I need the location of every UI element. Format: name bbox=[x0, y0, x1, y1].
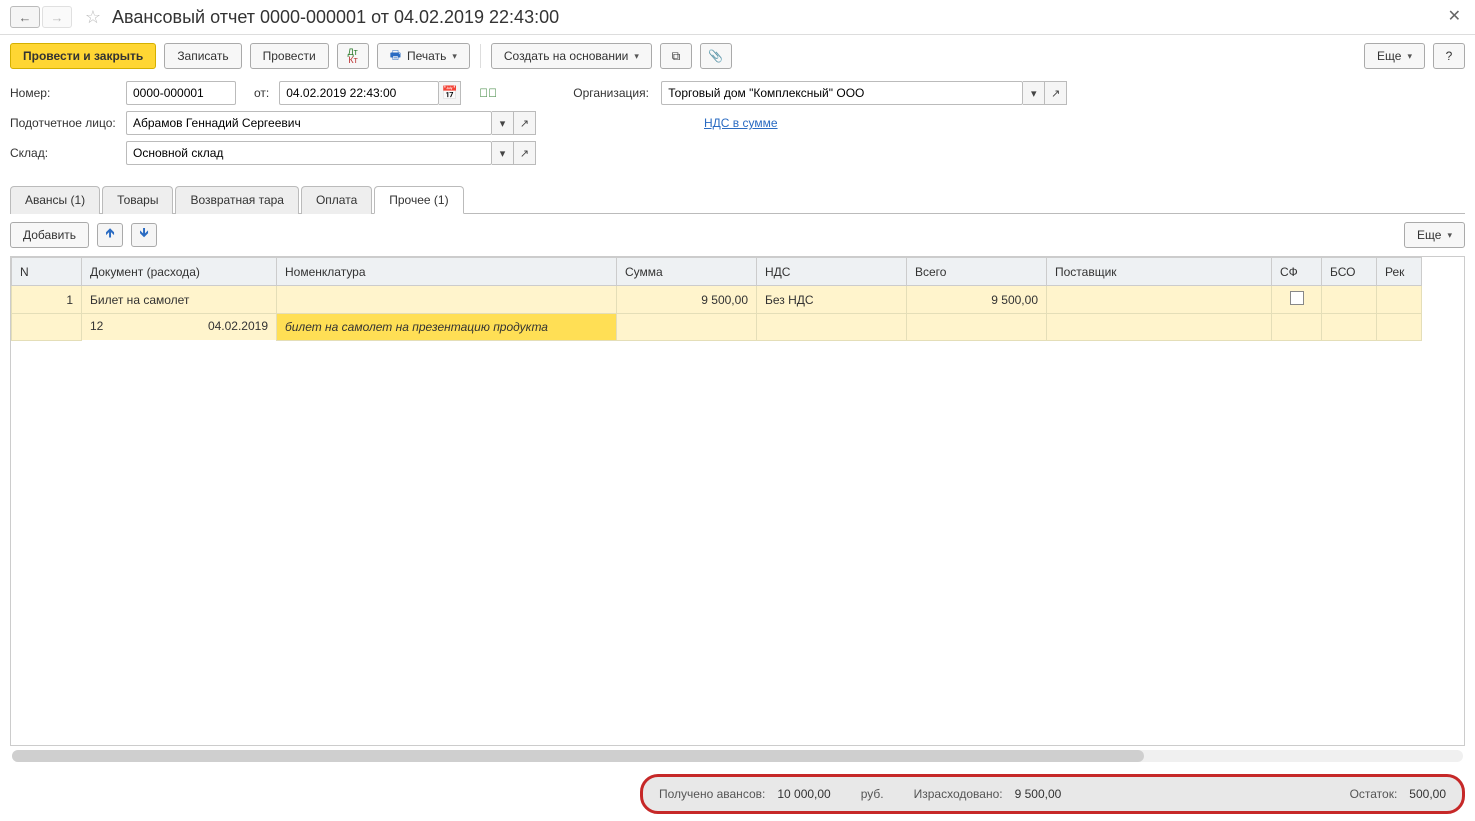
toolbar-separator bbox=[480, 44, 481, 68]
cell-rek[interactable] bbox=[1377, 286, 1422, 314]
nav-forward-button[interactable]: → bbox=[42, 6, 72, 28]
col-sf[interactable]: СФ bbox=[1272, 258, 1322, 286]
cell-rek[interactable] bbox=[1377, 314, 1422, 341]
dt-kt-button[interactable]: ДтКт bbox=[337, 43, 369, 69]
person-open-button[interactable]: ↗ bbox=[514, 111, 536, 135]
grid-header: N Документ (расхода) Номенклатура Сумма … bbox=[12, 258, 1422, 286]
person-dropdown-button[interactable]: ▾ bbox=[492, 111, 514, 135]
currency-label: руб. bbox=[861, 787, 884, 801]
post-and-close-button[interactable]: Провести и закрыть bbox=[10, 43, 156, 69]
received-value: 10 000,00 bbox=[777, 787, 830, 801]
posted-check-icon: ✔⃞ bbox=[479, 86, 497, 100]
ot-label: от: bbox=[254, 86, 269, 100]
save-button[interactable]: Записать bbox=[164, 43, 241, 69]
cell-vat[interactable]: Без НДС bbox=[757, 286, 907, 314]
totals-footer: Получено авансов: 10 000,00 руб. Израсхо… bbox=[640, 774, 1465, 814]
table-row[interactable]: 12 04.02.2019 билет на самолет на презен… bbox=[12, 314, 1422, 341]
remain-value: 500,00 bbox=[1409, 787, 1446, 801]
warehouse-label: Склад: bbox=[10, 146, 118, 160]
col-supplier[interactable]: Поставщик bbox=[1047, 258, 1272, 286]
org-open-button[interactable]: ↗ bbox=[1045, 81, 1067, 105]
add-row-button[interactable]: Добавить bbox=[10, 222, 89, 248]
favorite-star-icon[interactable]: ☆ bbox=[82, 6, 104, 28]
document-window: ← → ☆ Авансовый отчет 0000-000001 от 04.… bbox=[0, 0, 1475, 814]
post-button[interactable]: Провести bbox=[250, 43, 329, 69]
col-nom[interactable]: Номенклатура bbox=[277, 258, 617, 286]
more-button[interactable]: Еще▾ bbox=[1364, 43, 1425, 69]
paperclip-icon: 📎 bbox=[708, 49, 723, 63]
form-area: Номер: от: 📅 ✔⃞ Организация: ▾ ↗ Подотче… bbox=[0, 77, 1475, 181]
spent-label: Израсходовано: bbox=[914, 787, 1003, 801]
org-label: Организация: bbox=[573, 86, 653, 100]
cell-vat[interactable] bbox=[757, 314, 907, 341]
person-label: Подотчетное лицо: bbox=[10, 116, 118, 130]
titlebar: ← → ☆ Авансовый отчет 0000-000001 от 04.… bbox=[0, 0, 1475, 35]
structure-button[interactable]: ⧉ bbox=[660, 43, 692, 69]
tab-advances[interactable]: Авансы (1) bbox=[10, 186, 100, 214]
vat-link[interactable]: НДС в сумме bbox=[704, 116, 778, 130]
tab-payment[interactable]: Оплата bbox=[301, 186, 372, 214]
spent-value: 9 500,00 bbox=[1015, 787, 1062, 801]
tabs: Авансы (1) Товары Возвратная тара Оплата… bbox=[10, 185, 1465, 214]
main-toolbar: Провести и закрыть Записать Провести ДтК… bbox=[0, 35, 1475, 77]
checkbox-icon[interactable] bbox=[1290, 291, 1304, 305]
col-bso[interactable]: БСО bbox=[1322, 258, 1377, 286]
cell-n[interactable] bbox=[12, 314, 82, 341]
help-button[interactable]: ? bbox=[1433, 43, 1465, 69]
col-rek[interactable]: Рек bbox=[1377, 258, 1422, 286]
person-input[interactable] bbox=[126, 111, 492, 135]
grid[interactable]: N Документ (расхода) Номенклатура Сумма … bbox=[10, 256, 1465, 746]
cell-supplier[interactable] bbox=[1047, 286, 1272, 314]
grid-toolbar: Добавить 🡹 🡻 Еще▾ bbox=[0, 214, 1475, 256]
number-label: Номер: bbox=[10, 86, 118, 100]
cell-doc[interactable]: Билет на самолет bbox=[82, 286, 277, 314]
tab-returnable[interactable]: Возвратная тара bbox=[175, 186, 299, 214]
cell-nom[interactable] bbox=[277, 286, 617, 314]
col-sum[interactable]: Сумма bbox=[617, 258, 757, 286]
create-based-on-button[interactable]: Создать на основании▾ bbox=[491, 43, 652, 69]
move-up-button[interactable]: 🡹 bbox=[97, 223, 123, 247]
cell-total[interactable] bbox=[907, 314, 1047, 341]
org-dropdown-button[interactable]: ▾ bbox=[1023, 81, 1045, 105]
cell-sf[interactable] bbox=[1272, 286, 1322, 314]
move-down-button[interactable]: 🡻 bbox=[131, 223, 157, 247]
cell-sum[interactable] bbox=[617, 314, 757, 341]
close-icon[interactable]: ✕ bbox=[1448, 6, 1461, 26]
tab-goods[interactable]: Товары bbox=[102, 186, 173, 214]
table-row[interactable]: 1 Билет на самолет 9 500,00 Без НДС 9 50… bbox=[12, 286, 1422, 314]
tab-other[interactable]: Прочее (1) bbox=[374, 186, 463, 214]
remain-label: Остаток: bbox=[1350, 787, 1398, 801]
printer-icon: 🖶 bbox=[390, 46, 401, 67]
cell-total[interactable]: 9 500,00 bbox=[907, 286, 1047, 314]
cell-doc[interactable]: 12 04.02.2019 bbox=[82, 314, 276, 340]
scrollbar-thumb[interactable] bbox=[12, 750, 1144, 762]
col-total[interactable]: Всего bbox=[907, 258, 1047, 286]
warehouse-open-button[interactable]: ↗ bbox=[514, 141, 536, 165]
col-doc[interactable]: Документ (расхода) bbox=[82, 258, 277, 286]
calendar-button[interactable]: 📅 bbox=[439, 81, 461, 105]
horizontal-scrollbar[interactable] bbox=[12, 750, 1463, 762]
grid-more-button[interactable]: Еще▾ bbox=[1404, 222, 1465, 248]
cell-sf[interactable] bbox=[1272, 314, 1322, 341]
cell-n[interactable]: 1 bbox=[12, 286, 82, 314]
number-input[interactable] bbox=[126, 81, 236, 105]
warehouse-dropdown-button[interactable]: ▾ bbox=[492, 141, 514, 165]
nav-back-button[interactable]: ← bbox=[10, 6, 40, 28]
calendar-icon: 📅 bbox=[442, 85, 458, 101]
page-title: Авансовый отчет 0000-000001 от 04.02.201… bbox=[112, 7, 559, 28]
cell-sum[interactable]: 9 500,00 bbox=[617, 286, 757, 314]
cell-bso[interactable] bbox=[1322, 286, 1377, 314]
attachment-button[interactable]: 📎 bbox=[700, 43, 732, 69]
received-label: Получено авансов: bbox=[659, 787, 765, 801]
col-vat[interactable]: НДС bbox=[757, 258, 907, 286]
print-button[interactable]: 🖶Печать▾ bbox=[377, 43, 470, 69]
warehouse-input[interactable] bbox=[126, 141, 492, 165]
col-n[interactable]: N bbox=[12, 258, 82, 286]
cell-supplier[interactable] bbox=[1047, 314, 1272, 341]
date-input[interactable] bbox=[279, 81, 439, 105]
cell-nom-editing[interactable]: билет на самолет на презентацию продукта bbox=[277, 314, 617, 341]
cell-bso[interactable] bbox=[1322, 314, 1377, 341]
org-input[interactable] bbox=[661, 81, 1023, 105]
